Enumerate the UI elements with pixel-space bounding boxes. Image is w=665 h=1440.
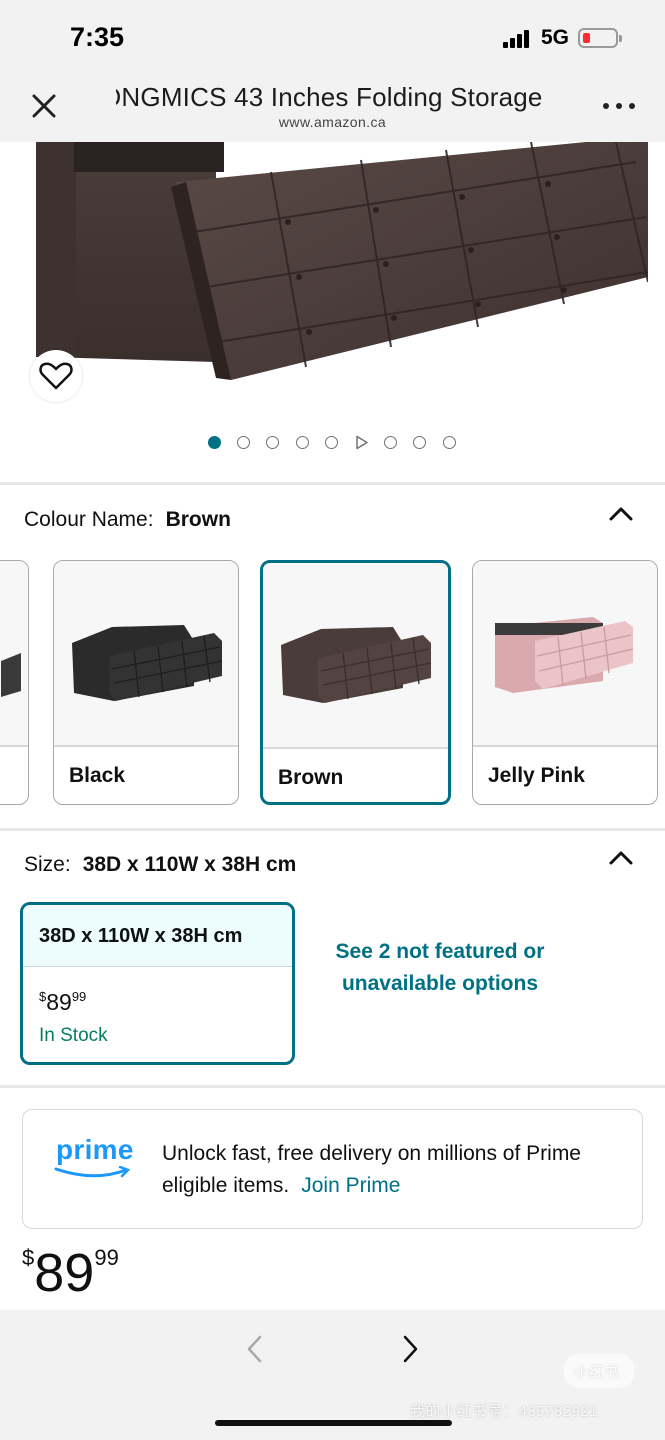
size-selected-value: 38D x 110W x 38H cm (82, 853, 297, 876)
swatch-name: Brown (278, 766, 344, 789)
colour-swatch-jelly-pink[interactable]: Jelly Pink (472, 560, 658, 805)
heart-icon[interactable] (30, 350, 82, 402)
join-prime-link[interactable]: Join Prime (301, 1174, 400, 1197)
size-heading: Size: 38D x 110W x 38H cm (24, 853, 296, 877)
swatch-thumbnail (263, 563, 448, 747)
carousel-dot[interactable] (413, 436, 426, 449)
clock-time: 7:35 (70, 22, 125, 52)
product-main-image[interactable] (16, 142, 648, 400)
swatch-name: Jelly Pink (488, 764, 585, 787)
section-divider (0, 1085, 665, 1088)
cellular-signal-icon (503, 30, 533, 48)
browser-bottom-bar: 小红书 我的小红书号：435782921 (0, 1310, 665, 1440)
colour-heading: Colour Name: Brown (24, 508, 231, 532)
carousel-dot[interactable] (296, 436, 309, 449)
watermark-text: 我的小红书号：435782921 (410, 1403, 599, 1420)
size-label: Size: (24, 853, 71, 876)
size-option-price: $8999 (39, 989, 87, 1015)
swatch-thumbnail (0, 561, 28, 745)
swatch-thumbnail (473, 561, 657, 745)
carousel-dot[interactable] (208, 436, 221, 449)
browser-header: ONGMICS 43 Inches Folding Storage www.am… (0, 78, 665, 142)
battery-icon (578, 28, 622, 48)
colour-label: Colour Name: (24, 508, 154, 531)
section-divider (0, 482, 665, 485)
colour-swatch-partial[interactable] (0, 560, 29, 805)
prime-logo: prime (54, 1134, 134, 1178)
carousel-dot[interactable] (443, 436, 456, 449)
page-url: www.amazon.ca (278, 114, 387, 130)
status-bar: 7:35 5G (0, 0, 665, 78)
carousel-dot[interactable] (237, 436, 250, 449)
prime-promo-box: prime Unlock fast, free delivery on mill… (22, 1109, 643, 1229)
forward-arrow-icon[interactable] (399, 1334, 421, 1364)
colour-selected-value: Brown (165, 508, 231, 531)
chevron-up-icon[interactable] (608, 506, 634, 522)
page-title: ONGMICS 43 Inches Folding Storage (116, 82, 543, 112)
page-title-container: ONGMICS 43 Inches Folding Storage (116, 82, 556, 118)
section-divider (0, 828, 665, 831)
video-play-icon[interactable] (355, 435, 369, 450)
size-option-card[interactable]: 38D x 110W x 38H cm $8999 In Stock (20, 902, 295, 1065)
image-carousel-indicator (0, 435, 665, 451)
swatch-thumbnail (54, 561, 238, 745)
swatch-name: Black (69, 764, 126, 787)
colour-swatch-brown[interactable]: Brown (260, 560, 451, 805)
network-type: 5G (541, 26, 570, 49)
carousel-dot[interactable] (266, 436, 279, 449)
size-option-header: 38D x 110W x 38H cm (23, 905, 292, 967)
see-unavailable-options-link[interactable]: See 2 not featured or unavailable option… (330, 936, 550, 1000)
stock-status: In Stock (39, 1025, 108, 1046)
home-indicator[interactable] (215, 1420, 452, 1426)
size-option-label: 38D x 110W x 38H cm (39, 925, 243, 947)
storage-ottoman-illustration (36, 142, 648, 380)
more-dots-icon[interactable] (603, 100, 639, 112)
carousel-dot[interactable] (384, 436, 397, 449)
watermark-logo: 小红书 (564, 1354, 634, 1388)
carousel-dot[interactable] (325, 436, 338, 449)
back-arrow-icon[interactable] (244, 1334, 266, 1364)
chevron-up-icon[interactable] (608, 850, 634, 866)
prime-message: Unlock fast, free delivery on millions o… (162, 1142, 581, 1197)
colour-swatch-black[interactable]: Black (53, 560, 239, 805)
product-price: $8999 (22, 1243, 119, 1303)
